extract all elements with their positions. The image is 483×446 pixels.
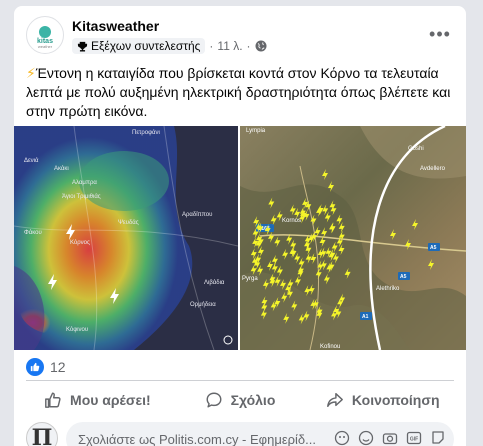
radar-map-svg: Πετροφάνι Δενιά Ακάκι Αλαμπρα Άγιοι Τριμ…	[14, 126, 238, 350]
radar-place-label: Δενιά	[24, 157, 39, 164]
post-text: ⚡Έντονη η καταιγίδα που βρίσκεται κοντά …	[26, 64, 456, 121]
sat-place-label: Pyrga	[242, 276, 258, 282]
post-body: Έντονη η καταιγίδα που βρίσκεται κοντά σ…	[26, 65, 451, 119]
radar-place-label: Ψευδάς	[118, 219, 139, 226]
globe-icon	[255, 40, 267, 52]
emoji-icon[interactable]	[358, 430, 374, 446]
comment-button[interactable]: Σχόλιο	[169, 382, 312, 418]
radar-place-label: Αραδίππου	[182, 212, 212, 218]
radar-place-label: Φάκου	[24, 229, 42, 236]
like-reaction-icon	[26, 358, 44, 376]
sat-place-label: Kofinou	[320, 344, 340, 350]
road-shield-label: A5	[430, 245, 437, 251]
more-options-button[interactable]: •••	[426, 20, 454, 48]
post-card: kitas weather Kitasweather Εξέχων συντελ…	[14, 6, 466, 446]
post-meta: Εξέχων συντελεστής · 11 λ. ·	[72, 38, 267, 54]
road-shield-label: A1	[362, 314, 369, 320]
top-contributor-badge[interactable]: Εξέχων συντελεστής	[72, 38, 206, 54]
radar-map-image[interactable]: Πετροφάνι Δενιά Ακάκι Αλαμπρα Άγιοι Τριμ…	[14, 126, 238, 350]
lightning-emoji: ⚡	[26, 65, 36, 81]
radar-place-label: Ορμήδεια	[190, 301, 216, 308]
lightning-map-image[interactable]: Lympia Goshi Avdellero Kornos Pyrga Alet…	[240, 126, 466, 350]
comment-placeholder: Σχολιάστε ως Politis.com.cy - Εφημερίδ..…	[78, 432, 316, 446]
sat-place-label: Goshi	[408, 146, 424, 152]
action-bar: Μου αρέσει! Σχόλιο Κοινοποίηση	[26, 382, 454, 418]
sticker-icon[interactable]	[430, 430, 446, 446]
gif-icon[interactable]: GIF	[406, 430, 422, 446]
svg-text:weather: weather	[38, 44, 53, 49]
commenter-avatar[interactable]: Π	[26, 422, 58, 446]
page-avatar[interactable]: kitas weather	[26, 16, 64, 54]
post-header: kitas weather Kitasweather Εξέχων συντελ…	[26, 16, 454, 56]
radar-place-label: Ακάκι	[54, 165, 69, 172]
comment-label: Σχόλιο	[230, 392, 276, 408]
like-button[interactable]: Μου αρέσει!	[26, 382, 169, 418]
sat-place-label: Kornos	[282, 218, 301, 224]
kitasweather-logo-icon: kitas weather	[37, 26, 53, 49]
share-button[interactable]: Κοινοποίηση	[311, 382, 454, 418]
meta-separator: ·	[209, 39, 214, 53]
radar-place-label: Αλαμπρα	[72, 180, 97, 186]
road-shield-label: A5	[400, 274, 407, 280]
radar-place-label: Κόφινου	[66, 326, 88, 333]
trophy-icon	[77, 41, 88, 52]
avatar-sticker-icon[interactable]	[334, 430, 350, 446]
radar-place-label: Λιβάδια	[204, 279, 225, 286]
satellite-map-svg: Lympia Goshi Avdellero Kornos Pyrga Alet…	[240, 126, 466, 350]
page-name-link[interactable]: Kitasweather	[72, 18, 159, 34]
camera-icon[interactable]	[382, 430, 398, 446]
divider	[26, 380, 454, 381]
reaction-count[interactable]: 12	[50, 359, 66, 375]
meta-separator-2: ·	[246, 39, 251, 53]
sat-place-label: Lympia	[246, 128, 266, 134]
comment-input[interactable]: Σχολιάστε ως Politis.com.cy - Εφημερίδ..…	[66, 422, 454, 446]
comment-composer: Π Σχολιάστε ως Politis.com.cy - Εφημερίδ…	[26, 420, 454, 446]
sat-place-label: Alethriko	[376, 286, 400, 292]
reactions-summary[interactable]: 12	[26, 358, 66, 376]
share-arrow-icon	[326, 392, 343, 408]
radar-place-label: Άγιοι Τριμιθιάς	[62, 193, 101, 200]
share-label: Κοινοποίηση	[351, 392, 440, 408]
thumbs-up-icon	[45, 392, 61, 408]
radar-place-label: Πετροφάνι	[132, 129, 160, 136]
post-time[interactable]: 11 λ.	[217, 39, 242, 53]
like-label: Μου αρέσει!	[70, 392, 151, 408]
badge-label: Εξέχων συντελεστής	[91, 39, 201, 53]
comment-tools: GIF	[334, 430, 446, 446]
sat-place-label: Avdellero	[420, 166, 446, 172]
post-media[interactable]: Πετροφάνι Δενιά Ακάκι Αλαμπρα Άγιοι Τριμ…	[14, 126, 466, 350]
comment-bubble-icon	[206, 392, 222, 408]
radar-place-label: Κόρνος	[70, 239, 90, 246]
